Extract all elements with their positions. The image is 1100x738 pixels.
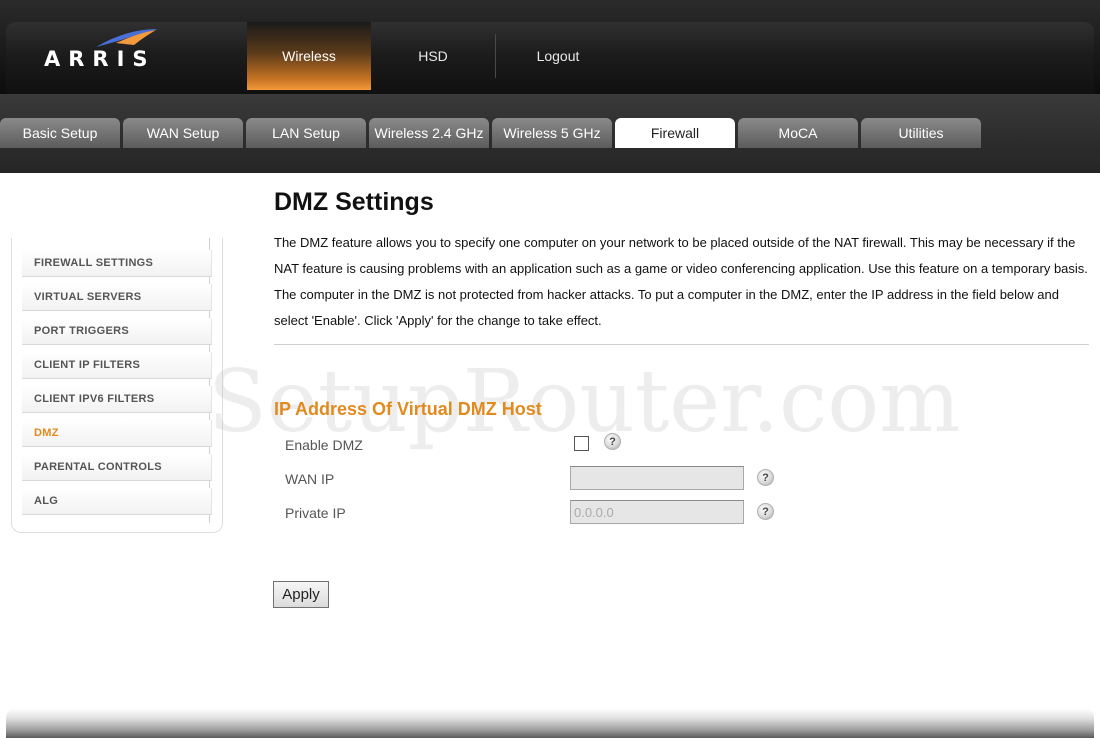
- tab-basic-setup[interactable]: Basic Setup: [0, 118, 120, 148]
- enable-dmz-help-icon[interactable]: ?: [604, 433, 621, 450]
- wan-ip-help-icon[interactable]: ?: [757, 469, 774, 486]
- tab-lan-setup[interactable]: LAN Setup: [246, 118, 366, 148]
- tab-moca[interactable]: MoCA: [738, 118, 858, 148]
- sidebar: FIREWALL SETTINGS VIRTUAL SERVERS PORT T…: [11, 238, 223, 533]
- footer-bar: [6, 708, 1094, 738]
- tab-wan-setup[interactable]: WAN Setup: [123, 118, 243, 148]
- enable-dmz-checkbox[interactable]: [574, 436, 589, 451]
- enable-dmz-label: Enable DMZ: [285, 437, 363, 453]
- apply-button[interactable]: Apply: [273, 581, 329, 608]
- private-ip-field[interactable]: [570, 500, 744, 524]
- tab-bar: Basic Setup WAN Setup LAN Setup Wireless…: [0, 94, 1100, 173]
- top-nav-hsd[interactable]: HSD: [371, 22, 495, 90]
- tab-firewall[interactable]: Firewall: [615, 118, 735, 148]
- logo-text: ARRIS: [44, 47, 156, 71]
- arris-logo-swoosh-icon: [96, 29, 158, 47]
- sidebar-item-firewall-settings[interactable]: FIREWALL SETTINGS: [22, 250, 212, 277]
- sidebar-item-client-ipv6-filters[interactable]: CLIENT IPV6 FILTERS: [22, 386, 212, 413]
- top-nav: Wireless HSD Logout: [247, 22, 620, 90]
- private-ip-help-icon[interactable]: ?: [757, 503, 774, 520]
- page-title: DMZ Settings: [274, 188, 434, 216]
- top-nav-wireless[interactable]: Wireless: [247, 22, 371, 90]
- tab-list: Basic Setup WAN Setup LAN Setup Wireless…: [0, 118, 984, 148]
- tab-wireless-24ghz[interactable]: Wireless 2.4 GHz: [369, 118, 489, 148]
- wan-ip-label: WAN IP: [285, 471, 335, 487]
- wan-ip-field[interactable]: [570, 466, 744, 490]
- sidebar-item-dmz[interactable]: DMZ: [22, 420, 212, 447]
- top-header: ARRIS Wireless HSD Logout: [0, 0, 1100, 94]
- sidebar-item-port-triggers[interactable]: PORT TRIGGERS: [22, 318, 212, 345]
- arris-logo: ARRIS: [44, 27, 174, 75]
- sidebar-item-virtual-servers[interactable]: VIRTUAL SERVERS: [22, 284, 212, 311]
- private-ip-label: Private IP: [285, 505, 346, 521]
- tab-utilities[interactable]: Utilities: [861, 118, 981, 148]
- tab-wireless-5ghz[interactable]: Wireless 5 GHz: [492, 118, 612, 148]
- content-divider: [274, 344, 1089, 345]
- top-nav-logout[interactable]: Logout: [496, 22, 620, 90]
- sidebar-item-parental-controls[interactable]: PARENTAL CONTROLS: [22, 454, 212, 481]
- sidebar-item-client-ip-filters[interactable]: CLIENT IP FILTERS: [22, 352, 212, 379]
- section-title: IP Address Of Virtual DMZ Host: [274, 399, 542, 419]
- page-description: The DMZ feature allows you to specify on…: [274, 235, 1088, 328]
- sidebar-item-alg[interactable]: ALG: [22, 488, 212, 515]
